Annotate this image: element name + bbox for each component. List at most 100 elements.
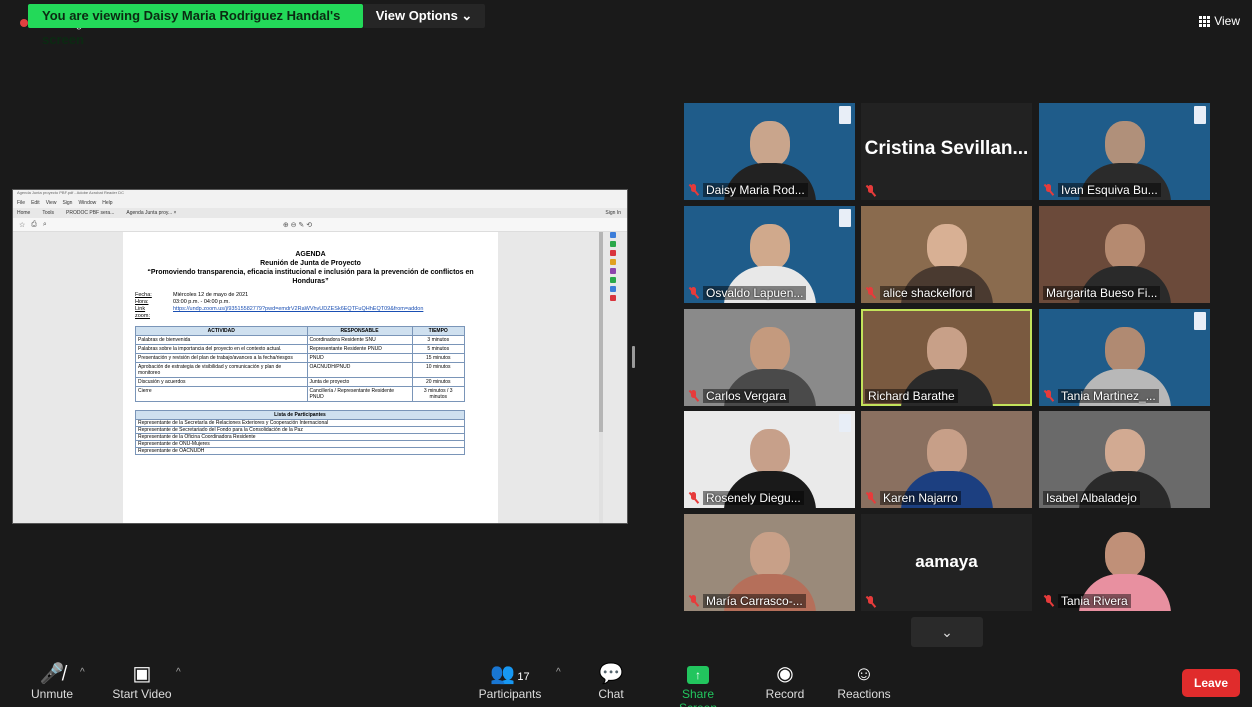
tab-prodoc[interactable]: PRODOC PBF sera... <box>66 210 114 216</box>
participant-name-tag: Ivan Esquiva Bu... <box>1043 183 1161 197</box>
participant-name: Isabel Albaladejo <box>1043 491 1140 505</box>
participants-options-caret-icon[interactable]: ^ <box>556 667 561 678</box>
chat-button[interactable]: 💬 Chat <box>595 661 627 701</box>
video-tile[interactable]: Osvaldo Lapuen... <box>684 206 855 303</box>
microphone-muted-icon <box>688 287 699 299</box>
table-row: Presentación y revisión del plan de trab… <box>135 353 465 363</box>
menu-help[interactable]: Help <box>102 200 112 208</box>
tool-icon[interactable] <box>610 268 616 274</box>
hora-line: Hora: 03:00 p.m. - 04:00 p.m. <box>135 299 486 306</box>
microphone-muted-icon <box>865 492 876 504</box>
participant-name-tag: Richard Barathe <box>865 389 958 403</box>
tab-home[interactable]: Home <box>17 210 30 216</box>
microphone-muted-icon <box>1043 595 1054 607</box>
doc-heading-agenda: AGENDA <box>295 251 326 258</box>
participants-table: Lista de Participantes Representante de … <box>135 410 465 455</box>
record-button[interactable]: ◉ Record <box>764 661 806 701</box>
meeting-toolbar: 🎤̸ Unmute ^ ▣ Start Video ^ 👥 17 Particip… <box>0 655 1252 707</box>
zoom-tools-icon[interactable]: ⊕ ⊖ ✎ ⟲ <box>283 221 312 229</box>
participant-name-tag: Tania Rivera <box>1043 594 1131 608</box>
share-banner: You are viewing Daisy Maria Rodriguez Ha… <box>28 4 363 47</box>
share-screen-icon: ↑ <box>662 661 734 687</box>
video-tile[interactable]: Karen Najarro <box>861 411 1032 508</box>
video-tile[interactable]: María Carrasco-... <box>684 514 855 611</box>
bookmark-icon[interactable]: ☆ <box>19 221 25 229</box>
view-button[interactable]: View <box>1199 14 1240 28</box>
participants-label: Participants <box>478 687 542 701</box>
cell: Coordinadora Residente SNU <box>306 335 413 345</box>
participants-button[interactable]: 👥 17 Participants <box>476 661 544 701</box>
table-row: Cierre Cancillería / Representante Reside… <box>135 386 465 402</box>
video-tile[interactable]: aamaya <box>861 514 1032 611</box>
video-tile[interactable]: Tania Rivera <box>1039 514 1210 611</box>
shared-screen[interactable]: Agenda Junta proyecto PBF.pdf - Adobe Ac… <box>12 189 628 524</box>
menu-sign[interactable]: Sign <box>62 200 72 208</box>
col-header: TIEMPO <box>411 326 465 336</box>
share-screen-label: Share Screen <box>679 687 717 707</box>
chat-label: Chat <box>598 687 624 701</box>
video-tile[interactable]: Ivan Esquiva Bu... <box>1039 103 1210 200</box>
video-tile[interactable]: Isabel Albaladejo <box>1039 411 1210 508</box>
cell: Palabras de bienvenida <box>135 335 308 345</box>
microphone-muted-icon <box>688 184 699 196</box>
undp-logo-icon <box>1194 106 1206 124</box>
participant-name-tag: Osvaldo Lapuen... <box>688 286 807 300</box>
video-tile[interactable]: Richard Barathe <box>861 309 1032 406</box>
search-icon[interactable]: ⌕ <box>43 221 47 229</box>
tool-icon[interactable] <box>610 259 616 265</box>
hora-label: Hora: <box>135 299 149 305</box>
tool-icon[interactable] <box>610 232 616 238</box>
video-tile[interactable]: Tania Martinez_... <box>1039 309 1210 406</box>
video-tile[interactable]: Rosenely Diegu... <box>684 411 855 508</box>
menu-file[interactable]: File <box>17 200 25 208</box>
cell: Cierre <box>135 386 308 402</box>
participants-icon: 👥 17 <box>490 663 530 685</box>
participant-name-tag <box>865 596 876 608</box>
cell: 3 minutos <box>411 335 465 345</box>
menu-edit[interactable]: Edit <box>31 200 40 208</box>
split-resize-handle[interactable] <box>632 346 635 368</box>
pdf-scrollbar[interactable] <box>599 232 603 523</box>
tool-icon[interactable] <box>610 241 616 247</box>
menu-view[interactable]: View <box>46 200 57 208</box>
participant-name-tag: Rosenely Diegu... <box>688 491 804 505</box>
tool-icon[interactable] <box>610 277 616 283</box>
video-options-caret-icon[interactable]: ^ <box>176 667 181 678</box>
unmute-button[interactable]: 🎤̸ Unmute <box>30 661 74 701</box>
col-header: ACTIVIDAD <box>135 326 308 336</box>
table-row: Palabras sobre la importancia del proyec… <box>135 344 465 354</box>
cell: 5 minutos <box>411 344 465 354</box>
cell: Junta de proyecto <box>306 377 413 387</box>
start-video-button[interactable]: ▣ Start Video <box>110 661 174 701</box>
tool-icon[interactable] <box>610 250 616 256</box>
share-screen-button[interactable]: ↑ Share Screen <box>662 661 734 707</box>
col-header: RESPONSABLE <box>306 326 413 336</box>
participant-name-tag: Karen Najarro <box>865 491 961 505</box>
undp-logo-icon <box>839 106 851 124</box>
agenda-table: ACTIVIDAD RESPONSABLE TIEMPO Palabras de… <box>135 326 465 402</box>
video-tile[interactable]: Cristina Sevillan... <box>861 103 1032 200</box>
video-tile[interactable]: alice shackelford <box>861 206 1032 303</box>
audio-options-caret-icon[interactable]: ^ <box>80 667 85 678</box>
cell: Discusión y acuerdos <box>135 377 308 387</box>
sign-in-link[interactable]: Sign In <box>605 210 627 216</box>
participant-display-name: Cristina Sevillan... <box>864 138 1029 159</box>
microphone-muted-icon <box>865 287 876 299</box>
menu-window[interactable]: Window <box>78 200 96 208</box>
tab-agenda[interactable]: Agenda Junta proy... × <box>126 210 176 216</box>
reactions-button[interactable]: ☺ Reactions <box>836 661 892 701</box>
tool-icon[interactable] <box>610 286 616 292</box>
video-tile[interactable]: Daisy Maria Rod... <box>684 103 855 200</box>
video-tile[interactable]: Carlos Vergara <box>684 309 855 406</box>
chevron-down-icon[interactable]: ⌄ <box>911 617 983 647</box>
view-options-button[interactable]: View Options ⌄ <box>363 4 485 28</box>
participants-count: 17 <box>517 671 530 683</box>
leave-button[interactable]: Leave <box>1182 669 1240 697</box>
participant-name: Ivan Esquiva Bu... <box>1058 183 1161 197</box>
tab-tools[interactable]: Tools <box>42 210 54 216</box>
print-icon[interactable]: ⎙ <box>31 221 37 229</box>
zoom-link[interactable]: https://undp.zoom.us/j/93515582779?pwd=e… <box>173 306 423 320</box>
video-tile[interactable]: Margarita Bueso Fi... <box>1039 206 1210 303</box>
tool-icon[interactable] <box>610 295 616 301</box>
undp-logo-icon <box>1194 312 1206 330</box>
